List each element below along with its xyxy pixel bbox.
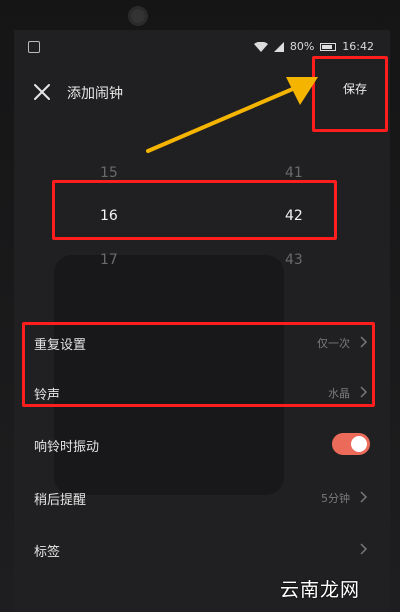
notification-icon bbox=[28, 41, 40, 53]
hour-prev[interactable]: 15 bbox=[100, 165, 118, 181]
page-title: 添加闹钟 bbox=[67, 86, 123, 102]
chevron-right-icon bbox=[360, 491, 368, 503]
vibrate-toggle[interactable] bbox=[332, 433, 370, 455]
vibrate-setting-row: 响铃时振动 bbox=[34, 432, 374, 458]
close-icon[interactable] bbox=[32, 82, 52, 102]
snooze-setting-row[interactable]: 稍后提醒 5分钟 bbox=[34, 485, 374, 511]
time-highlight-box bbox=[52, 180, 337, 240]
watermark-text: 云南龙网 bbox=[280, 579, 361, 601]
tag-label: 标签 bbox=[34, 545, 61, 560]
battery-percent: 80% bbox=[289, 40, 315, 53]
settings-highlight-box bbox=[22, 322, 375, 407]
minute-next[interactable]: 43 bbox=[285, 252, 303, 268]
status-indicators: 80% 16:42 bbox=[253, 40, 374, 53]
hour-next[interactable]: 17 bbox=[100, 252, 118, 268]
toggle-knob bbox=[351, 436, 367, 452]
arrow-annotation bbox=[146, 77, 318, 153]
minute-prev[interactable]: 41 bbox=[285, 165, 303, 181]
wifi-icon bbox=[253, 41, 268, 52]
snooze-value: 5分钟 bbox=[321, 492, 350, 505]
front-camera bbox=[128, 6, 148, 26]
vibrate-label: 响铃时振动 bbox=[34, 440, 100, 455]
chevron-right-icon bbox=[360, 543, 368, 555]
signal-icon bbox=[273, 41, 284, 52]
snooze-label: 稍后提醒 bbox=[34, 493, 87, 508]
clock: 16:42 bbox=[342, 40, 374, 53]
battery-icon bbox=[320, 42, 337, 51]
tag-setting-row[interactable]: 标签 bbox=[34, 537, 374, 563]
